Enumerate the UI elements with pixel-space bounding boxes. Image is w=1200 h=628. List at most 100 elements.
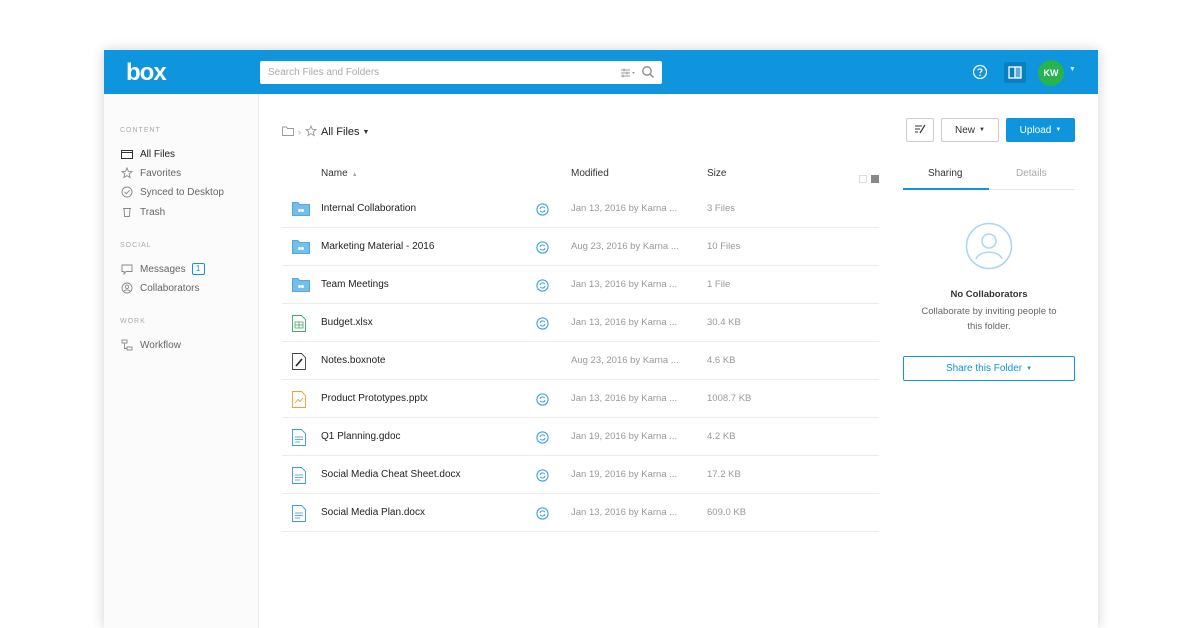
sidebar-item-collaborators[interactable]: Collaborators [120,280,199,296]
sidebar-item-all-files[interactable]: All Files [120,146,175,162]
page-title[interactable]: All Files [321,126,360,138]
breadcrumb: › All Files ▼ [282,124,369,140]
file-modified: Aug 23, 2016 by Karna ... [571,355,679,366]
chevron-down-icon[interactable]: ▼ [363,129,370,136]
file-modified: Jan 13, 2016 by Karna ... [571,507,678,518]
chevron-down-icon: ▼ [1026,365,1033,372]
table-row[interactable]: Marketing Material - 2016 Aug 23, 2016 by… [282,228,879,266]
sync-status-icon [536,279,549,297]
file-size: 1 File [707,279,731,290]
sidebar-item-label: Trash [140,206,166,218]
column-header-modified[interactable]: Modified [571,168,609,179]
box-notes-button[interactable] [906,118,934,142]
document-file-icon [292,429,306,451]
sync-status-icon [536,393,549,411]
trash-icon [120,205,134,219]
star-icon [120,166,134,180]
filter-icon[interactable] [620,66,636,84]
file-size: 1008.7 KB [707,393,752,404]
file-modified: Jan 13, 2016 by Karna ... [571,279,678,290]
file-name[interactable]: Social Media Cheat Sheet.docx [321,469,461,480]
file-name[interactable]: Team Meetings [321,279,389,290]
tab-sharing[interactable]: Sharing [928,168,962,179]
pencil-lines-icon [914,124,926,137]
chevron-down-icon: ▼ [1055,127,1062,133]
table-row[interactable]: Team Meetings Jan 13, 2016 by Karna ... 1 … [282,266,879,304]
file-size: 4.6 KB [707,355,736,366]
column-header-label: Name [321,168,348,179]
panel-toggle-icon[interactable] [1004,62,1026,83]
help-icon[interactable] [972,64,988,85]
box-logo[interactable]: box [126,59,167,87]
table-row[interactable]: Q1 Planning.gdoc Jan 19, 2016 by Karna ..… [282,418,879,456]
empty-state-title: No Collaborators [950,289,1028,300]
spreadsheet-file-icon [292,315,306,337]
file-name[interactable]: Q1 Planning.gdoc [321,431,401,442]
user-avatar[interactable]: KW [1038,60,1064,86]
presentation-file-icon [292,391,306,413]
table-row[interactable]: Social Media Plan.docx Jan 13, 2016 by Ka… [282,494,879,532]
column-header-size[interactable]: Size [707,168,726,179]
search-box[interactable] [260,61,662,84]
sidebar-item-workflow[interactable]: Workflow [120,337,181,353]
workflow-icon [120,338,134,352]
file-size: 10 Files [707,241,741,252]
search-input[interactable] [268,64,598,81]
folder-tree-icon[interactable] [282,126,294,139]
file-name[interactable]: Internal Collaboration [321,203,416,214]
synced-icon [120,185,134,199]
sidebar-item-label: Synced to Desktop [140,186,224,198]
sidebar-item-trash[interactable]: Trash [120,204,165,220]
messages-count-badge: 1 [191,263,205,275]
sort-arrow-icon: ▲ [351,172,358,178]
chevron-down-icon: ▼ [979,127,985,133]
table-row[interactable]: Notes.boxnote Aug 23, 2016 by Karna ... 4.… [282,342,879,380]
sidebar-item-label: Favorites [140,167,182,179]
active-tab-indicator [903,188,989,190]
file-modified: Jan 13, 2016 by Karna ... [571,317,678,328]
tab-details[interactable]: Details [1016,168,1047,179]
favorite-star-icon[interactable] [304,124,318,140]
sidebar-item-label: Messages [140,263,186,275]
file-modified: Jan 19, 2016 by Karna ... [571,469,678,480]
collab-folder-icon [292,277,310,297]
column-header-name[interactable]: Name ▲ [321,168,358,179]
file-name[interactable]: Budget.xlsx [321,317,373,328]
sync-status-icon [536,507,549,525]
upload-button[interactable]: Upload ▼ [1006,118,1075,142]
file-size: 30.4 KB [707,317,741,328]
share-folder-button[interactable]: Share this Folder ▼ [903,356,1075,381]
sync-status-icon [536,431,549,449]
sidebar-item-synced[interactable]: Synced to Desktop [120,184,224,200]
sidebar-item-favorites[interactable]: Favorites [120,165,181,181]
grid-view-toggle-icon[interactable] [859,170,879,188]
file-name[interactable]: Product Prototypes.pptx [321,393,428,404]
sidebar-heading-work: WORK [120,318,146,325]
file-modified: Jan 19, 2016 by Karna ... [571,431,678,442]
new-button-label: New [955,124,976,136]
sync-status-icon [536,241,549,259]
file-name[interactable]: Notes.boxnote [321,355,386,366]
file-name[interactable]: Social Media Plan.docx [321,507,425,518]
table-row[interactable]: Social Media Cheat Sheet.docx Jan 19, 201… [282,456,879,494]
document-file-icon [292,467,306,489]
table-row[interactable]: Budget.xlsx Jan 13, 2016 by Karna ... 30.4… [282,304,879,342]
file-size: 17.2 KB [707,469,741,480]
table-row[interactable]: Internal Collaboration Jan 13, 2016 by Ka… [282,190,879,228]
sidebar-item-messages[interactable]: Messages 1 [120,261,205,277]
new-button[interactable]: New ▼ [941,118,999,142]
file-modified: Aug 23, 2016 by Karna ... [571,241,679,252]
file-modified: Jan 13, 2016 by Karna ... [571,203,678,214]
chevron-right-icon: › [298,127,301,137]
file-size: 4.2 KB [707,431,736,442]
boxnote-file-icon [292,353,306,375]
sidebar-item-label: Workflow [140,339,181,351]
chevron-down-icon[interactable]: ▼ [1069,66,1076,73]
file-size: 3 Files [707,203,735,214]
top-bar: box KW ▼ [104,50,1098,94]
table-row[interactable]: Product Prototypes.pptx Jan 13, 2016 by K… [282,380,879,418]
collaborators-icon [120,281,134,295]
search-icon[interactable] [641,65,655,84]
file-name[interactable]: Marketing Material - 2016 [321,241,434,252]
sync-status-icon [536,203,549,221]
